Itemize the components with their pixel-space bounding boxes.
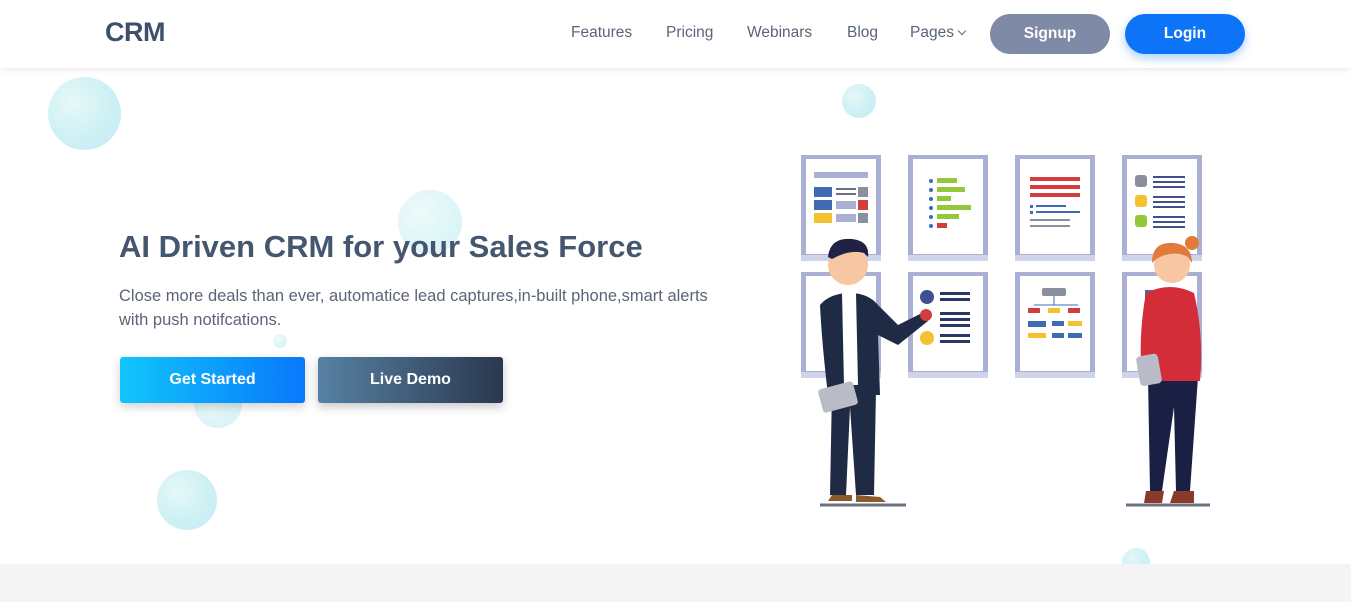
decor-bubble [273, 334, 287, 348]
chevron-down-icon [957, 26, 967, 36]
flowchart-board-icon [1015, 272, 1095, 378]
live-demo-button[interactable]: Live Demo [318, 357, 503, 403]
decor-bubble [842, 84, 876, 118]
signup-button[interactable]: Signup [990, 14, 1110, 54]
report-board-icon [1015, 155, 1095, 261]
list-board-icon [908, 155, 988, 261]
next-section-band [0, 564, 1351, 602]
nav-features[interactable]: Features [571, 24, 632, 42]
hero-subtitle: Close more deals than ever, automatice l… [119, 287, 708, 329]
login-button[interactable]: Login [1125, 14, 1245, 54]
hero-illustration [801, 155, 1210, 507]
nav-pages-label: Pages [910, 24, 954, 41]
logo[interactable]: CRM [105, 17, 166, 48]
nav-pricing[interactable]: Pricing [666, 24, 713, 42]
decor-bubble [157, 470, 217, 530]
hero-title: AI Driven CRM for your Sales Force [119, 229, 643, 264]
nav-pages[interactable]: Pages [910, 24, 967, 42]
get-started-button[interactable]: Get Started [120, 357, 305, 403]
decor-bubble [48, 77, 121, 150]
top-navbar: CRM Features Pricing Webinars Blog Pages… [0, 0, 1351, 68]
nav-blog[interactable]: Blog [847, 24, 878, 42]
nav-webinars[interactable]: Webinars [747, 24, 812, 42]
